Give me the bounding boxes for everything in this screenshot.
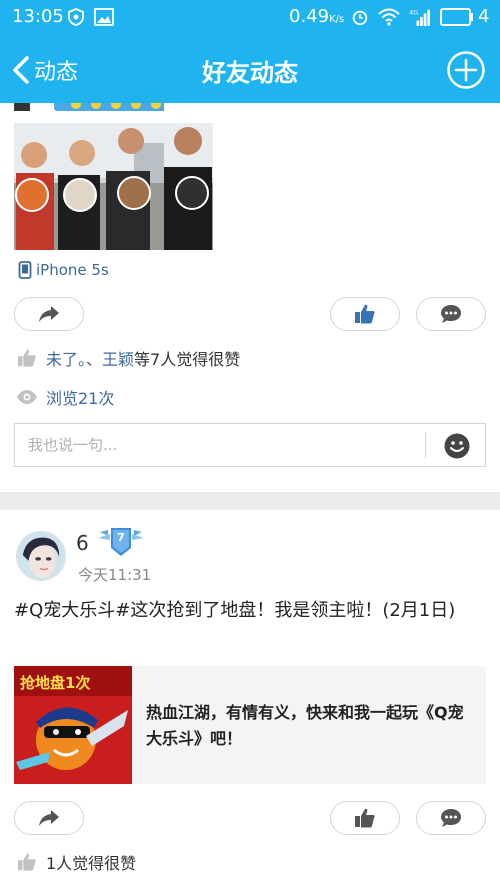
thumbs-up-icon bbox=[17, 853, 36, 871]
likes-count-text: 1人觉得很赞 bbox=[46, 854, 137, 873]
comment-box bbox=[14, 423, 486, 467]
battery-icon bbox=[440, 8, 473, 26]
section-divider bbox=[0, 492, 500, 510]
phone-icon bbox=[18, 261, 32, 279]
comment-button[interactable] bbox=[416, 297, 486, 331]
shield-icon bbox=[68, 8, 84, 26]
thumb-caption: 抢地盘1次 bbox=[20, 674, 90, 692]
like-button[interactable] bbox=[330, 801, 400, 835]
share-button[interactable] bbox=[14, 801, 84, 835]
signal-icon: 4G bbox=[409, 9, 430, 26]
thumbs-up-icon bbox=[355, 808, 375, 828]
username[interactable]: 6 bbox=[76, 531, 89, 555]
status-bar: 13:05 0.49K/s 4G 4 bbox=[0, 0, 500, 36]
svg-text:4G: 4G bbox=[409, 9, 418, 16]
thumbs-up-icon bbox=[355, 304, 375, 324]
speech-bubble-icon bbox=[441, 809, 461, 827]
comment-separator bbox=[425, 432, 426, 458]
battery-level: 4 bbox=[478, 6, 490, 27]
post-photo[interactable] bbox=[14, 123, 213, 250]
avatar[interactable] bbox=[16, 531, 66, 581]
feed[interactable]: iPhone 5s 未了。、王颖 等7人觉得很赞 浏览21次 我也说一句... … bbox=[0, 103, 500, 889]
device-label: iPhone 5s bbox=[18, 261, 109, 279]
network-speed: 0.49K/s bbox=[289, 6, 345, 27]
post-time: 今天11:31 bbox=[78, 566, 152, 584]
likes-count-text: 等7人觉得很赞 bbox=[134, 350, 241, 369]
likes-summary: 1人觉得很赞 bbox=[16, 850, 136, 874]
wifi-icon bbox=[378, 8, 400, 26]
shared-game-card[interactable]: 抢地盘1次 热血江湖，有情有义，快来和我一起玩《Q宠大乐斗》吧！ bbox=[14, 666, 486, 784]
views-count: 浏览21次 bbox=[16, 385, 114, 409]
comment-input[interactable] bbox=[15, 424, 425, 466]
eye-icon bbox=[17, 390, 37, 404]
add-icon[interactable] bbox=[446, 50, 486, 90]
emoji-icon[interactable] bbox=[443, 432, 471, 460]
speech-bubble-icon bbox=[441, 305, 461, 323]
likes-summary: 未了。、王颖 等7人觉得很赞 bbox=[16, 346, 240, 370]
vip-badge-level: 7 bbox=[117, 531, 125, 544]
post-text: #Q宠大乐斗#这次抢到了地盘！我是领主啦！(2月1日) bbox=[14, 600, 456, 621]
share-button[interactable] bbox=[14, 297, 84, 331]
alarm-icon bbox=[352, 10, 368, 26]
image-icon bbox=[94, 8, 114, 26]
vip-badge-icon[interactable]: 7 bbox=[98, 526, 144, 558]
game-thumbnail: 抢地盘1次 bbox=[14, 666, 132, 784]
share-arrow-icon bbox=[39, 306, 59, 322]
nav-bar: 动态 好友动态 bbox=[0, 36, 500, 103]
likers-link[interactable]: 未了。、王颖 bbox=[46, 346, 134, 370]
vip-badge-strip bbox=[14, 103, 164, 111]
thumbs-up-icon bbox=[17, 349, 36, 367]
page-title: 好友动态 bbox=[202, 59, 298, 87]
top-bar: 13:05 0.49K/s 4G 4 动态 好友动态 bbox=[0, 0, 500, 103]
status-time: 13:05 bbox=[12, 6, 64, 27]
shared-game-description: 热血江湖，有情有义，快来和我一起玩《Q宠大乐斗》吧！ bbox=[146, 703, 464, 748]
like-button[interactable] bbox=[330, 297, 400, 331]
comment-button[interactable] bbox=[416, 801, 486, 835]
share-arrow-icon bbox=[39, 810, 59, 826]
